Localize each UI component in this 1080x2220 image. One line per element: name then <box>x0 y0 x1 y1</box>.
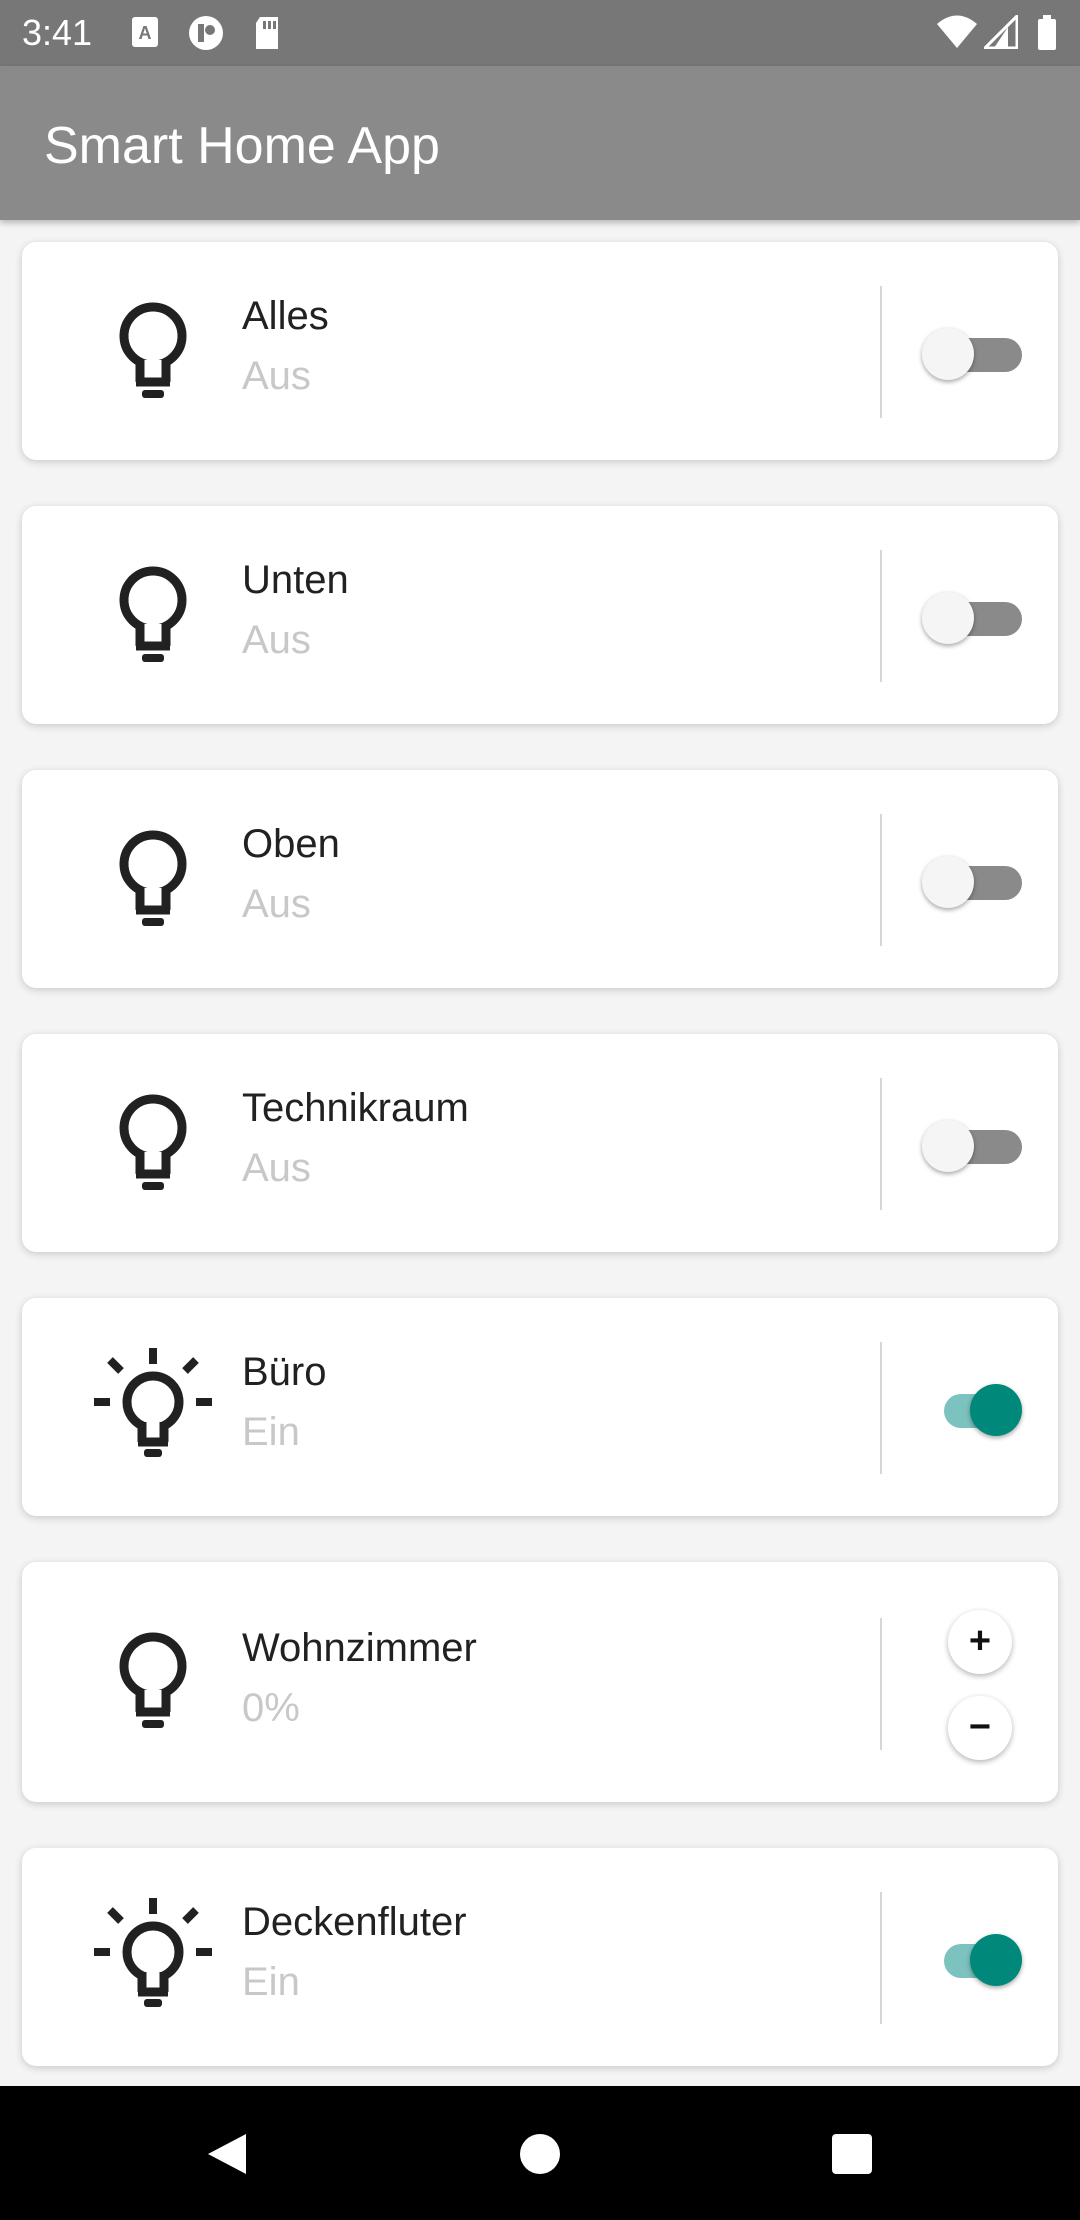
lightbulb-off-icon <box>88 1616 218 1746</box>
lightbulb-on-icon <box>88 1892 218 2022</box>
device-status: Aus <box>242 618 311 662</box>
device-name: Oben <box>242 822 340 866</box>
status-time: 3:41 <box>22 12 93 53</box>
device-list[interactable]: Alles Aus Unten Aus Oben Aus Technikraum <box>0 220 1080 2086</box>
recents-icon[interactable] <box>830 2132 874 2176</box>
back-icon[interactable] <box>204 2132 248 2176</box>
toggle-switch-alles[interactable] <box>922 322 1032 382</box>
divider <box>880 1618 882 1750</box>
navigation-bar <box>0 2086 1080 2220</box>
switch-thumb <box>922 856 974 908</box>
increase-button[interactable]: + <box>948 1610 1012 1674</box>
device-status: Ein <box>242 1960 300 2004</box>
battery-icon <box>1038 15 1056 50</box>
device-name: Unten <box>242 558 349 602</box>
decrease-button[interactable]: − <box>948 1696 1012 1760</box>
lightbulb-off-icon <box>88 550 218 680</box>
device-card-unten[interactable]: Unten Aus <box>22 506 1058 724</box>
toggle-switch-buero[interactable] <box>922 1378 1032 1438</box>
divider <box>880 1342 882 1474</box>
device-name: Wohnzimmer <box>242 1626 477 1670</box>
wifi-icon <box>937 15 977 48</box>
toggle-switch-deckenfluter[interactable] <box>922 1928 1032 1988</box>
divider <box>880 550 882 682</box>
device-status: Ein <box>242 1410 300 1454</box>
device-status: Aus <box>242 1146 311 1190</box>
toggle-switch-oben[interactable] <box>922 850 1032 910</box>
device-name: Alles <box>242 294 329 338</box>
lightbulb-off-icon <box>88 286 218 416</box>
toggle-switch-unten[interactable] <box>922 586 1032 646</box>
device-card-oben[interactable]: Oben Aus <box>22 770 1058 988</box>
app-title: Smart Home App <box>44 117 440 175</box>
divider <box>880 814 882 946</box>
device-card-buero[interactable]: Büro Ein <box>22 1298 1058 1516</box>
toggle-switch-technikraum[interactable] <box>922 1114 1032 1174</box>
device-card-wohnzimmer[interactable]: Wohnzimmer 0% + − <box>22 1562 1058 1802</box>
app-bar: Smart Home App <box>0 66 1080 220</box>
sd-card-icon <box>256 17 278 49</box>
switch-thumb <box>922 328 974 380</box>
lightbulb-off-icon <box>88 1078 218 1208</box>
lightbulb-on-icon <box>88 1342 218 1472</box>
device-card-technikraum[interactable]: Technikraum Aus <box>22 1034 1058 1252</box>
switch-thumb <box>922 592 974 644</box>
divider <box>880 286 882 418</box>
device-card-alles[interactable]: Alles Aus <box>22 242 1058 460</box>
switch-thumb <box>922 1120 974 1172</box>
device-name: Büro <box>242 1350 327 1394</box>
divider <box>880 1078 882 1210</box>
home-icon[interactable] <box>518 2132 562 2176</box>
device-status: Aus <box>242 354 311 398</box>
device-card-deckenfluter[interactable]: Deckenfluter Ein <box>22 1848 1058 2066</box>
notification-a-icon: A <box>132 17 158 47</box>
device-name: Deckenfluter <box>242 1900 467 1944</box>
device-name: Technikraum <box>242 1086 469 1130</box>
lightbulb-off-icon <box>88 814 218 944</box>
switch-thumb <box>970 1934 1022 1986</box>
status-bar: 3:41 A <box>0 0 1080 66</box>
signal-icon <box>984 15 1018 49</box>
dimmer-level: 0% <box>242 1686 300 1730</box>
device-status: Aus <box>242 882 311 926</box>
svg-text:A: A <box>139 23 152 43</box>
switch-thumb <box>970 1384 1022 1436</box>
podcast-icon <box>189 16 223 50</box>
divider <box>880 1892 882 2024</box>
